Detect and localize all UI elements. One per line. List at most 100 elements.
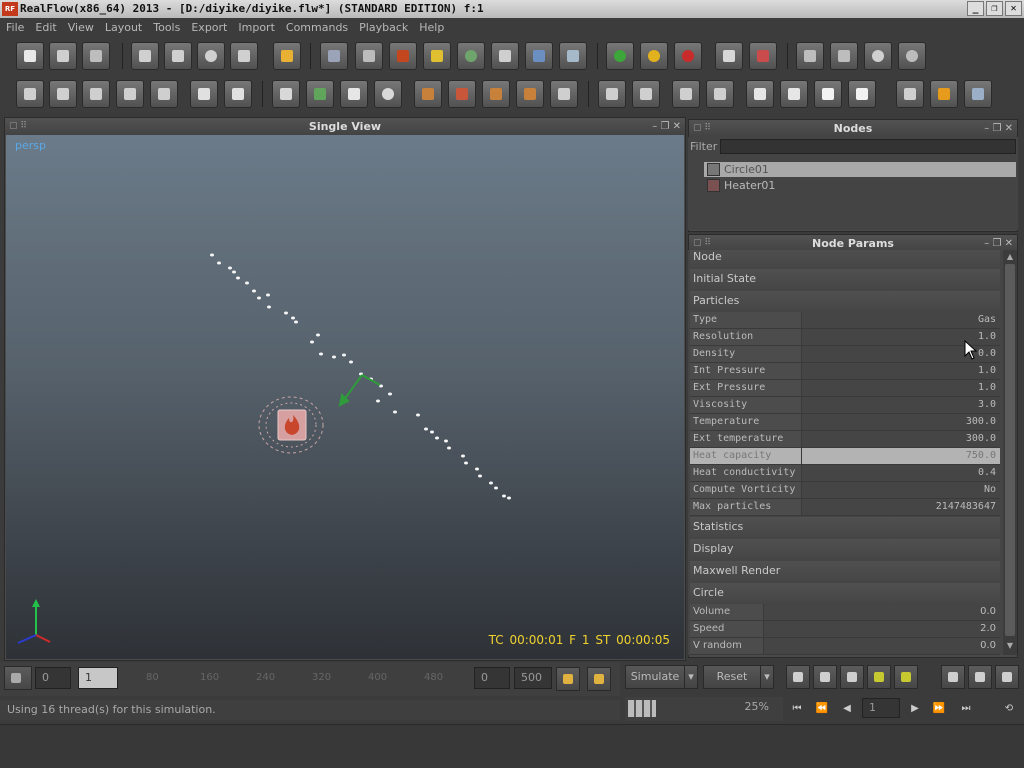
shaded-cube-icon[interactable] xyxy=(814,80,842,108)
section-maxwell-render[interactable]: Maxwell Render xyxy=(690,561,1000,581)
menu-layout[interactable]: Layout xyxy=(105,21,142,34)
flat-cube-icon[interactable] xyxy=(780,80,808,108)
filter-input[interactable] xyxy=(720,138,1016,154)
param-row-type[interactable]: Type Gas xyxy=(690,312,1000,329)
search-node-icon[interactable] xyxy=(150,80,178,108)
add-camera-icon[interactable] xyxy=(491,42,519,70)
open-scene-icon[interactable] xyxy=(49,42,77,70)
ruler-icon[interactable] xyxy=(340,80,368,108)
new-scene-icon[interactable] xyxy=(16,42,44,70)
param-row-max-particles[interactable]: Max particles 2147483647 xyxy=(690,499,1000,516)
menu-file[interactable]: File xyxy=(6,21,24,34)
param-row-temperature[interactable]: Temperature 300.0 xyxy=(690,414,1000,431)
go-start-key-icon[interactable] xyxy=(941,665,965,689)
section-statistics[interactable]: Statistics xyxy=(690,517,1000,537)
param-row-ext-pressure[interactable]: Ext Pressure 1.0 xyxy=(690,380,1000,397)
gear-green-icon[interactable] xyxy=(867,665,891,689)
open-box-icon[interactable] xyxy=(224,80,252,108)
panel-window-controls-icon[interactable]: – ❐ ✕ xyxy=(652,118,681,135)
timeline-menu-icon[interactable] xyxy=(4,666,32,690)
unlink-node-icon[interactable] xyxy=(116,80,144,108)
node-item-circle01[interactable]: Circle01 xyxy=(704,162,1016,177)
panel-window-controls-icon[interactable]: – ❐ ✕ xyxy=(984,120,1013,137)
menu-tools[interactable]: Tools xyxy=(153,21,180,34)
param-row-volume[interactable]: Volume 0.0 xyxy=(690,604,1000,621)
menu-view[interactable]: View xyxy=(68,21,94,34)
loop-icon[interactable]: ⟲ xyxy=(999,700,1019,718)
add-daemon-icon[interactable] xyxy=(389,42,417,70)
param-row-speed[interactable]: Speed 2.0 xyxy=(690,621,1000,638)
add-mesh-icon[interactable] xyxy=(457,42,485,70)
play-back-icon[interactable]: ◀ xyxy=(838,700,856,718)
simulation-flow-icon[interactable] xyxy=(830,42,858,70)
texture-b-icon[interactable] xyxy=(448,80,476,108)
time-curve-icon[interactable] xyxy=(864,42,892,70)
export-cancel-icon[interactable] xyxy=(749,42,777,70)
maximize-button[interactable]: ❐ xyxy=(986,1,1003,16)
cache-limit-left-icon[interactable] xyxy=(556,667,580,691)
rotate-tool-icon[interactable] xyxy=(197,42,225,70)
reset-button[interactable]: Reset xyxy=(703,665,761,689)
eye-icon[interactable] xyxy=(840,665,864,689)
save-scene-icon[interactable] xyxy=(82,42,110,70)
playback-frame-field[interactable]: 1 xyxy=(862,698,900,718)
texture-c-icon[interactable] xyxy=(482,80,510,108)
emitter-gizmo-icon[interactable] xyxy=(338,374,381,407)
3d-viewport[interactable]: persp TC 00:00:01 F 1 ST 00:00:05 xyxy=(6,135,684,659)
param-row-compute-vorticity[interactable]: Compute Vorticity No xyxy=(690,482,1000,499)
param-row-resolution[interactable]: Resolution 1.0 xyxy=(690,329,1000,346)
step-back-icon[interactable]: ⏪ xyxy=(812,700,832,718)
add-particles-icon[interactable] xyxy=(355,42,383,70)
red-light-icon[interactable] xyxy=(674,42,702,70)
rewind-icon[interactable]: ⏮ xyxy=(787,700,807,718)
edit-curve-icon[interactable] xyxy=(813,665,837,689)
simulate-button[interactable]: Simulate xyxy=(625,665,685,689)
close-button[interactable]: ✕ xyxy=(1005,1,1022,16)
param-row-viscosity[interactable]: Viscosity 3.0 xyxy=(690,397,1000,414)
param-row-ext-temperature[interactable]: Ext temperature 300.0 xyxy=(690,431,1000,448)
params-scrollbar[interactable]: ▲ ▼ xyxy=(1003,250,1017,655)
param-row-heat-capacity[interactable]: Heat capacity 750.0 xyxy=(690,448,1000,465)
hourglass-icon[interactable] xyxy=(550,80,578,108)
clipboard-icon[interactable] xyxy=(272,80,300,108)
add-node-icon[interactable] xyxy=(49,80,77,108)
solid-cube-icon[interactable] xyxy=(848,80,876,108)
cube-dots-icon[interactable] xyxy=(598,80,626,108)
global-settings-icon[interactable] xyxy=(898,42,926,70)
axis-gizmo-icon[interactable] xyxy=(273,42,301,70)
scroll-down-icon[interactable]: ▼ xyxy=(1004,641,1016,653)
gear-yellow-icon[interactable] xyxy=(894,665,918,689)
wire-cube-icon[interactable] xyxy=(746,80,774,108)
node-item-heater01[interactable]: Heater01 xyxy=(704,178,775,193)
move-tool-icon[interactable] xyxy=(164,42,192,70)
select-tool-icon[interactable] xyxy=(131,42,159,70)
add-grid-domain-icon[interactable] xyxy=(559,42,587,70)
layer-icon[interactable] xyxy=(16,80,44,108)
bounding-dashed-icon[interactable] xyxy=(706,80,734,108)
param-row-int-pressure[interactable]: Int Pressure 1.0 xyxy=(690,363,1000,380)
traffic-light-icon[interactable] xyxy=(306,80,334,108)
section-initial-state[interactable]: Initial State xyxy=(690,269,1000,289)
menu-import[interactable]: Import xyxy=(238,21,275,34)
box-object-icon[interactable] xyxy=(190,80,218,108)
maxwell-render-icon[interactable] xyxy=(964,80,992,108)
cube-dashed-icon[interactable] xyxy=(632,80,660,108)
scroll-up-icon[interactable]: ▲ xyxy=(1004,252,1016,264)
play-forward-icon[interactable]: ▶ xyxy=(906,700,924,718)
section-node[interactable]: Node xyxy=(690,250,1000,267)
add-wave-icon[interactable] xyxy=(525,42,553,70)
bounding-box-icon[interactable] xyxy=(672,80,700,108)
link-node-icon[interactable] xyxy=(82,80,110,108)
menu-playback[interactable]: Playback xyxy=(359,21,408,34)
scroll-thumb[interactable] xyxy=(1005,264,1015,636)
add-object-icon[interactable] xyxy=(423,42,451,70)
wrench-icon[interactable] xyxy=(995,665,1019,689)
param-row-heat-conductivity[interactable]: Heat conductivity 0.4 xyxy=(690,465,1000,482)
param-row-v-random[interactable]: V random 0.0 xyxy=(690,638,1000,655)
green-light-icon[interactable] xyxy=(606,42,634,70)
timeline-start-field[interactable]: 0 xyxy=(35,667,71,689)
section-particles[interactable]: Particles xyxy=(690,291,1000,311)
render-frame-icon[interactable] xyxy=(896,80,924,108)
fast-forward-end-icon[interactable]: ⏭ xyxy=(955,700,977,718)
section-display[interactable]: Display xyxy=(690,539,1000,559)
